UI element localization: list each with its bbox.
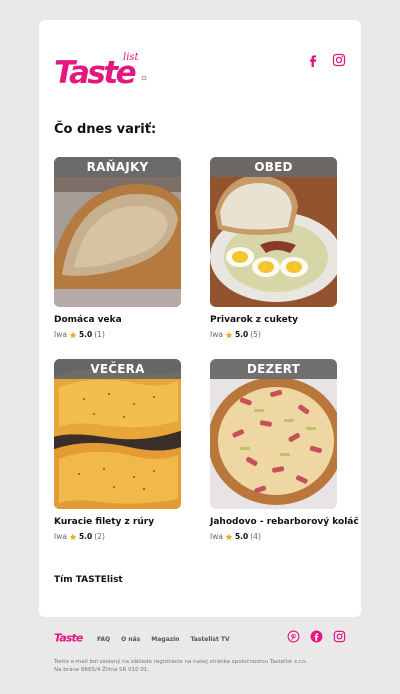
recipe-title[interactable]: Kuracie filety z rúry: [54, 517, 181, 527]
section-heading: Čo dnes variť:: [54, 122, 157, 137]
tart-photo: [210, 359, 337, 509]
facebook-icon[interactable]: [310, 630, 323, 643]
recipe-card[interactable]: OBED Privarok z cukety Iwa 5.0 (5): [210, 157, 337, 339]
email-card: Taste list Čo dnes variť: RAŇAJKY Domáca…: [39, 20, 361, 617]
star-icon: [69, 331, 77, 338]
recipe-image[interactable]: OBED: [210, 157, 337, 307]
recipe-title[interactable]: Domáca veka: [54, 315, 181, 325]
footer-link-magazine[interactable]: Magazín: [151, 636, 179, 643]
category-label: DEZERT: [210, 359, 337, 379]
author-name: Iwa: [54, 532, 67, 541]
pinterest-icon[interactable]: [287, 630, 300, 643]
rating-count: (4): [250, 532, 261, 541]
star-icon: [69, 533, 77, 540]
stew-photo: [210, 157, 337, 307]
bread-photo: [54, 157, 181, 307]
author-name: Iwa: [210, 330, 223, 339]
svg-text:list: list: [123, 52, 140, 63]
category-label: RAŇAJKY: [54, 157, 181, 177]
chicken-photo: [54, 359, 181, 509]
instagram-icon[interactable]: [332, 53, 346, 67]
facebook-icon[interactable]: [306, 53, 320, 67]
recipe-card[interactable]: RAŇAJKY Domáca veka Iwa 5.0 (1): [54, 157, 181, 339]
footer-logo[interactable]: Taste: [54, 630, 86, 644]
rating-count: (1): [94, 330, 105, 339]
star-icon: [225, 331, 233, 338]
recipe-rating: Iwa 5.0 (1): [54, 330, 181, 339]
category-label: VEČERA: [54, 359, 181, 379]
recipe-card[interactable]: VEČERA Kuracie filety z rúry Iwa 5.0 (2): [54, 359, 181, 541]
footer-nav: FAQ O nás Magazín Tastelist TV: [97, 636, 230, 643]
recipe-title[interactable]: Privarok z cukety: [210, 315, 337, 325]
rating-count: (5): [250, 330, 261, 339]
footer-link-tv[interactable]: Tastelist TV: [190, 636, 229, 643]
recipe-image[interactable]: VEČERA: [54, 359, 181, 509]
footer-social: [287, 630, 346, 643]
recipe-rating: Iwa 5.0 (5): [210, 330, 337, 339]
category-label: OBED: [210, 157, 337, 177]
footer-link-about[interactable]: O nás: [121, 636, 140, 643]
rating-score: 5.0: [78, 330, 93, 339]
signature: Tím TASTElist: [54, 575, 123, 585]
rating-score: 5.0: [78, 532, 93, 541]
svg-text:Taste: Taste: [54, 632, 84, 644]
footer-link-faq[interactable]: FAQ: [97, 636, 110, 643]
instagram-icon[interactable]: [333, 630, 346, 643]
author-name: Iwa: [210, 532, 223, 541]
recipe-rating: Iwa 5.0 (2): [54, 532, 181, 541]
recipe-card[interactable]: DEZERT Jahodovo - rebarborový koláč Iwa …: [210, 359, 359, 541]
recipe-image[interactable]: RAŇAJKY: [54, 157, 181, 307]
rating-score: 5.0: [234, 532, 249, 541]
recipe-title[interactable]: Jahodovo - rebarborový koláč: [210, 517, 359, 527]
star-icon: [225, 533, 233, 540]
rating-count: (2): [94, 532, 105, 541]
author-name: Iwa: [54, 330, 67, 339]
rating-score: 5.0: [234, 330, 249, 339]
recipe-rating: Iwa 5.0 (4): [210, 532, 337, 541]
recipe-image[interactable]: DEZERT: [210, 359, 337, 509]
legal-text: Tento e-mail bol zaslaný na základe regi…: [54, 659, 308, 673]
header-social: [306, 53, 346, 67]
tastelist-logo[interactable]: Taste list: [54, 50, 149, 86]
